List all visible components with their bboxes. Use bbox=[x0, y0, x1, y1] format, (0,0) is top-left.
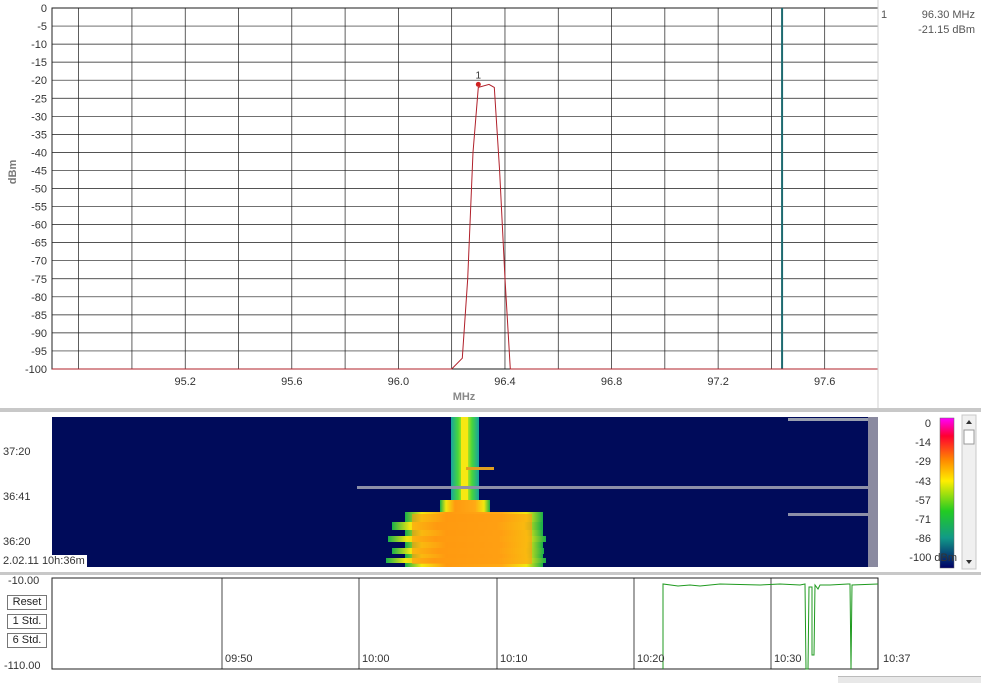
history-bottom-label: -110.00 bbox=[4, 660, 41, 672]
scale-label: -29 bbox=[915, 456, 931, 469]
spectrum-panel: 0 -5 -10 -15 -20 -25 -30 -35 -40 -45 -50 -55 -60 -65 -… bbox=[0, 0, 981, 408]
y-tick-label: -5 bbox=[37, 21, 47, 33]
reset-button[interactable]: Reset bbox=[7, 595, 47, 610]
scale-label: -86 bbox=[915, 533, 931, 546]
y-tick-label: -95 bbox=[31, 346, 47, 358]
x-tick-label: 97.2 bbox=[707, 376, 728, 388]
y-tick-label: -100 bbox=[25, 364, 47, 376]
x-tick-label: 96.8 bbox=[601, 376, 622, 388]
scale-label: -43 bbox=[915, 475, 931, 488]
history-chart[interactable] bbox=[0, 575, 981, 682]
waterfall-panel: 37:20 36:41 36:20 2.02.11 10h:36m 0 -14 -2… bbox=[0, 412, 981, 572]
y-tick-label: -20 bbox=[31, 75, 47, 87]
time-label-3: 36:20 bbox=[3, 536, 31, 548]
history-panel: -10.00 -110.00 Reset 1 Std. 6 Std. 09:50… bbox=[0, 575, 981, 683]
y-tick-label: -70 bbox=[31, 256, 47, 268]
history-time-tick: 10:00 bbox=[362, 653, 390, 665]
y-tick-label: -45 bbox=[31, 165, 47, 177]
peak-marker[interactable] bbox=[475, 81, 481, 87]
waterfall-timestamp: 2.02.11 10h:36m bbox=[1, 555, 87, 567]
y-tick-label: -80 bbox=[31, 292, 47, 304]
scroll-thumb[interactable] bbox=[963, 429, 975, 445]
history-time-tick: 09:50 bbox=[225, 653, 253, 665]
y-tick-label: -10 bbox=[31, 39, 47, 51]
scale-label: -57 bbox=[915, 494, 931, 507]
x-tick-label: 95.6 bbox=[281, 376, 302, 388]
marker-index: 1 bbox=[881, 9, 888, 21]
scale-label: -100 dBm bbox=[909, 552, 957, 565]
one-std-button[interactable]: 1 Std. bbox=[7, 614, 47, 629]
y-tick-label: 0 bbox=[41, 3, 47, 15]
history-time-tick: 10:10 bbox=[500, 653, 528, 665]
time-label-1: 37:20 bbox=[3, 446, 31, 458]
y-tick-label: -75 bbox=[31, 274, 47, 286]
scale-label: 0 bbox=[924, 418, 931, 430]
history-time-tick: 10:30 bbox=[774, 653, 802, 665]
x-tick-label: 95.2 bbox=[175, 376, 196, 388]
y-tick-label: -40 bbox=[31, 147, 47, 159]
marker-frequency: 96.30 MHz bbox=[921, 9, 975, 21]
x-tick-label: 96.4 bbox=[494, 376, 515, 388]
y-tick-label: -55 bbox=[31, 202, 47, 214]
y-tick-label: -60 bbox=[31, 220, 47, 232]
history-top-label: -10.00 bbox=[8, 575, 40, 587]
y-tick-label: -90 bbox=[31, 328, 47, 340]
six-std-button[interactable]: 6 Std. bbox=[7, 633, 47, 648]
y-tick-label: -50 bbox=[31, 184, 47, 196]
time-label-2: 36:41 bbox=[3, 491, 31, 503]
color-scale bbox=[939, 417, 955, 569]
marker-level: -21.15 dBm bbox=[918, 24, 975, 36]
y-tick-label: -65 bbox=[31, 238, 47, 250]
waterfall-chart[interactable] bbox=[0, 412, 981, 572]
scale-label: -71 bbox=[915, 514, 931, 526]
y-tick-label: -35 bbox=[31, 129, 47, 141]
y-tick-label: -85 bbox=[31, 310, 47, 322]
y-tick-label: -25 bbox=[31, 93, 47, 105]
x-tick-label: 97.6 bbox=[814, 376, 835, 388]
y-tick-label: -30 bbox=[31, 111, 47, 123]
scale-label: -14 bbox=[915, 437, 931, 450]
x-axis-label: MHz bbox=[453, 391, 476, 403]
history-time-tick: 10:37 bbox=[883, 653, 911, 665]
x-tick-label: 96.0 bbox=[388, 376, 409, 388]
spectrum-chart[interactable]: 0 -5 -10 -15 -20 -25 -30 -35 -40 -45 -50 -55 -60 -65 -… bbox=[0, 0, 981, 408]
history-time-tick: 10:20 bbox=[637, 653, 665, 665]
y-tick-label: -15 bbox=[31, 57, 47, 69]
peak-marker-label: 1 bbox=[476, 70, 482, 81]
y-axis-label: dBm bbox=[7, 160, 19, 185]
